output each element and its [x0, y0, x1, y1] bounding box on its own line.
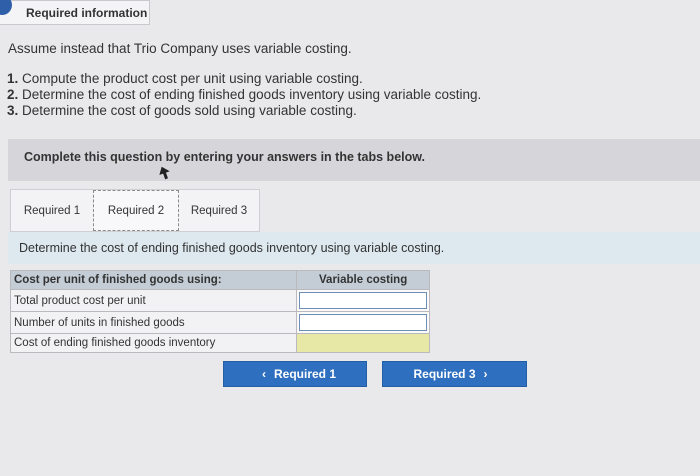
header-variable-costing: Variable costing [296, 270, 430, 290]
table-row: Number of units in finished goods [9, 311, 430, 334]
required-information-tab: Required information [0, 0, 150, 25]
table-row: Total product cost per unit [9, 289, 430, 312]
instruction-bar: Determine the cost of ending finished go… [8, 232, 700, 264]
next-button-label: Required 3 [413, 367, 476, 381]
units-in-finished-goods-input[interactable] [299, 314, 427, 331]
steps-list: 1. Compute the product cost per unit usi… [7, 71, 481, 119]
chevron-right-icon: › [483, 367, 488, 381]
prev-required-button[interactable]: ‹ Required 1 [223, 361, 367, 387]
prev-button-label: Required 1 [273, 367, 336, 381]
mouse-cursor-icon [159, 166, 170, 180]
total-product-cost-input[interactable] [299, 292, 427, 309]
intro-text: Assume instead that Trio Company uses va… [8, 41, 352, 56]
step-item: 2. Determine the cost of ending finished… [7, 87, 482, 102]
complete-question-text: Complete this question by entering your … [24, 150, 425, 164]
table-header-row: Cost per unit of finished goods using: V… [9, 270, 430, 290]
instruction-text: Determine the cost of ending finished go… [19, 241, 445, 255]
table-row: Cost of ending finished goods inventory [9, 333, 430, 353]
answer-table: Cost per unit of finished goods using: V… [9, 270, 430, 353]
units-in-finished-goods-cell [296, 311, 430, 334]
row-label: Cost of ending finished goods inventory [9, 333, 298, 353]
row-label: Number of units in finished goods [9, 311, 298, 334]
complete-question-banner: Complete this question by entering your … [8, 139, 700, 181]
required-information-label: Required information [26, 6, 148, 20]
step-item: 1. Compute the product cost per unit usi… [7, 71, 363, 86]
ending-inventory-total-cell [296, 333, 430, 353]
info-icon [0, 0, 12, 15]
header-cost-per-unit: Cost per unit of finished goods using: [9, 270, 298, 290]
total-product-cost-cell [296, 289, 430, 312]
required-tabs: Required 1 Required 2 Required 3 [10, 189, 260, 232]
tab-required-2[interactable]: Required 2 [93, 190, 179, 231]
row-label: Total product cost per unit [9, 289, 298, 312]
step-item: 3. Determine the cost of goods sold usin… [7, 103, 357, 118]
chevron-left-icon: ‹ [261, 367, 266, 381]
tab-required-1[interactable]: Required 1 [11, 190, 93, 231]
tab-required-3[interactable]: Required 3 [179, 190, 259, 231]
next-required-button[interactable]: Required 3 › [382, 361, 527, 387]
